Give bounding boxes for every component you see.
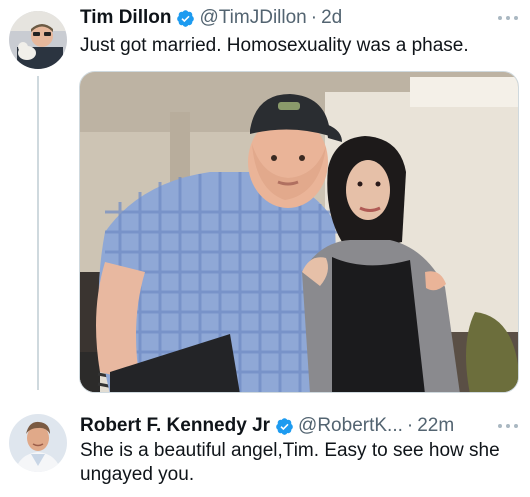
separator-dot: · (310, 7, 318, 28)
tweet-media-photo[interactable] (79, 71, 519, 393)
more-dot-icon (514, 16, 518, 20)
avatar-photo-icon (9, 414, 67, 472)
separator-dot: · (406, 415, 414, 436)
more-options-button[interactable] (498, 14, 518, 22)
tweet-text: Just got married. Homosexuality was a ph… (80, 35, 469, 56)
avatar[interactable] (9, 11, 67, 69)
author-name[interactable]: Tim Dillon (80, 6, 171, 30)
author-handle[interactable]: @TimJDillon (199, 6, 306, 30)
author-name[interactable]: Robert F. Kennedy Jr (80, 414, 270, 438)
tweet-header: Tim Dillon @TimJDillon · 2d (80, 6, 342, 30)
more-dot-icon (506, 424, 510, 428)
tweet[interactable]: Robert F. Kennedy Jr @RobertK... · 22m S… (0, 400, 530, 497)
tweet[interactable]: Tim Dillon @TimJDillon · 2d Just got mar… (0, 0, 530, 400)
author-handle[interactable]: @RobertK... (298, 414, 403, 438)
avatar[interactable] (9, 414, 67, 472)
avatar-photo-icon (9, 11, 67, 69)
verified-badge-icon (276, 417, 293, 435)
photo-image (80, 72, 518, 392)
timestamp[interactable]: 2d (321, 6, 342, 30)
tweet-text: She is a beautiful angel,Tim. Easy to se… (80, 440, 500, 485)
timestamp[interactable]: 22m (417, 414, 454, 438)
more-dot-icon (514, 424, 518, 428)
more-options-button[interactable] (498, 422, 518, 430)
more-dot-icon (498, 424, 502, 428)
more-dot-icon (506, 16, 510, 20)
more-dot-icon (498, 16, 502, 20)
tweet-header: Robert F. Kennedy Jr @RobertK... · 22m (80, 414, 454, 438)
verified-badge-icon (177, 9, 195, 27)
